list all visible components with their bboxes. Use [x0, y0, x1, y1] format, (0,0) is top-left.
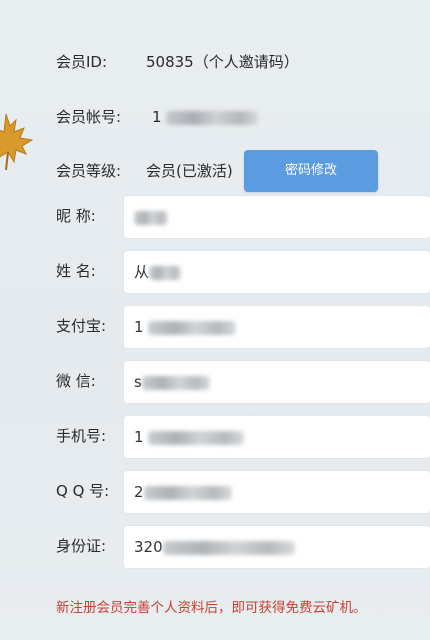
name-field[interactable]: 从 [124, 251, 430, 293]
account-row: 会员帐号: 1 [56, 107, 259, 127]
account-value: 1 [152, 107, 259, 127]
level-row: 会员等级: 会员(已激活) [56, 161, 233, 181]
member-id-row: 会员ID: 50835（个人邀请码） [56, 52, 299, 72]
blurred-phone [148, 430, 245, 445]
member-id-value: 50835（个人邀请码） [146, 53, 299, 71]
blurred-id-card [162, 540, 295, 555]
wechat-field[interactable]: s [124, 361, 430, 403]
alipay-label: 支付宝: [56, 317, 107, 335]
qq-label: Q Q 号: [56, 482, 110, 500]
blurred-alipay [148, 320, 237, 335]
qq-prefix: 2 [134, 483, 144, 501]
qq-field[interactable]: 2 [124, 471, 430, 513]
phone-prefix: 1 [134, 428, 144, 446]
blurred-name [149, 265, 182, 280]
id-card-field[interactable]: 320 [124, 526, 430, 568]
change-password-button[interactable]: 密码修改 [244, 150, 378, 192]
level-label: 会员等级: [56, 162, 122, 180]
name-prefix: 从 [134, 263, 150, 281]
wechat-label: 微 信: [56, 372, 96, 390]
level-value: 会员(已激活) [146, 162, 233, 180]
maple-leaf-icon [0, 113, 34, 171]
phone-field[interactable]: 1 [124, 416, 430, 458]
alipay-field[interactable]: 1 [124, 306, 430, 348]
blurred-nickname [134, 210, 168, 225]
wechat-prefix: s [134, 373, 142, 391]
id-card-label: 身份证: [56, 537, 107, 555]
name-label: 姓 名: [56, 262, 96, 280]
member-id-label: 会员ID: [56, 53, 108, 71]
phone-label: 手机号: [56, 427, 107, 445]
account-label: 会员帐号: [56, 108, 122, 126]
registration-notice: 新注册会员完善个人资料后，即可获得免费云矿机。 [56, 600, 367, 616]
blurred-account [166, 110, 259, 125]
blurred-wechat [141, 375, 210, 390]
id-card-prefix: 320 [134, 538, 163, 556]
blurred-qq [143, 485, 232, 500]
alipay-prefix: 1 [134, 318, 144, 336]
nickname-field[interactable] [124, 196, 430, 238]
nickname-label: 昵 称: [56, 207, 96, 225]
